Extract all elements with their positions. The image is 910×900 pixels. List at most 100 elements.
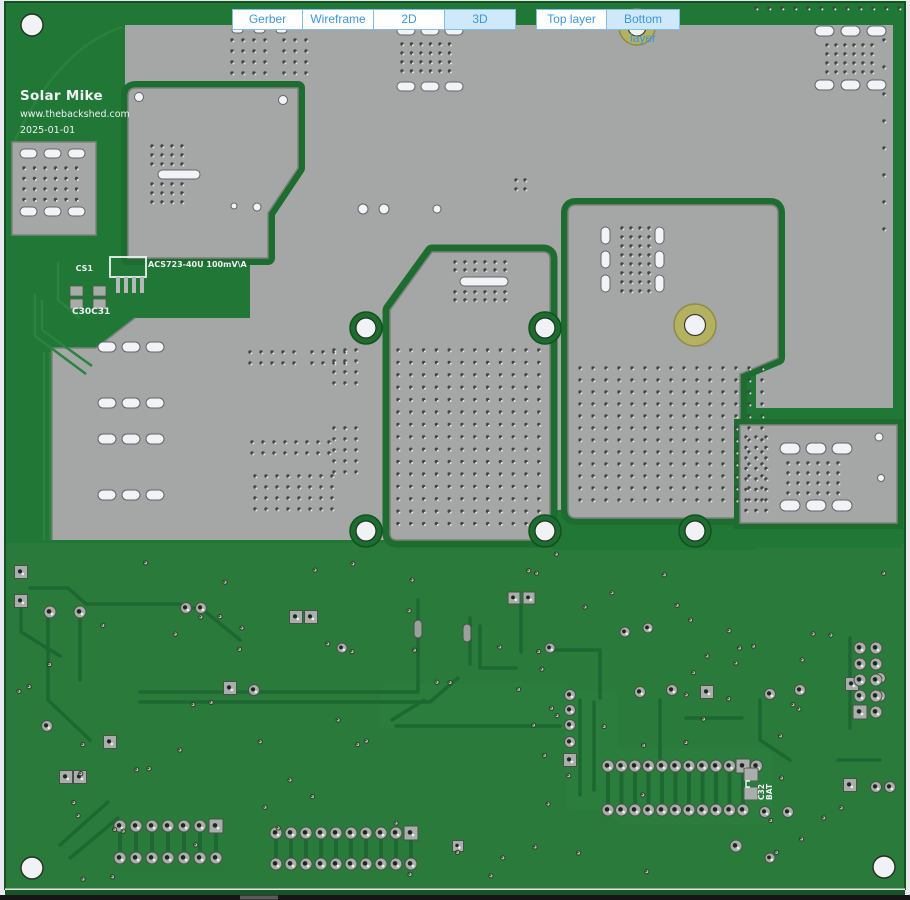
via-glint <box>649 291 651 293</box>
pcb-3d-view[interactable]: Solar Mike www.thebackshed.com 2025-01-0… <box>0 0 910 900</box>
via-glint <box>450 524 452 526</box>
via-hole <box>540 668 542 670</box>
via-hole <box>501 857 503 859</box>
pad-glint <box>202 609 205 612</box>
via-glint <box>756 448 758 450</box>
via-glint <box>710 440 712 442</box>
via-glint <box>684 380 686 382</box>
bottom-layer-button[interactable]: Bottom layer <box>606 9 680 30</box>
via-glint <box>736 416 738 418</box>
via-glint <box>162 202 164 204</box>
mount-hole <box>356 318 376 338</box>
via-glint <box>821 8 823 10</box>
via-glint <box>671 416 673 418</box>
via-glint <box>798 483 800 485</box>
via-glint <box>488 388 490 390</box>
board-bottom-edge <box>0 888 910 900</box>
via-glint <box>827 45 829 47</box>
pad-glint <box>717 811 720 814</box>
via-glint <box>243 40 245 42</box>
via-glint <box>310 476 312 478</box>
via-glint <box>424 375 426 377</box>
3d-button[interactable]: 3D <box>444 9 516 30</box>
drill-hole <box>669 687 673 691</box>
h-scrollbar-thumb[interactable] <box>240 896 278 900</box>
drill-hole <box>645 807 650 812</box>
pad-glint <box>187 609 190 612</box>
pad-glint <box>217 827 220 830</box>
drill-hole <box>567 739 571 743</box>
via-glint <box>671 428 673 430</box>
via-glint <box>746 448 748 450</box>
via-glint <box>66 168 68 170</box>
via-hole <box>689 619 691 621</box>
via-glint <box>884 40 886 42</box>
c30-c31-label: C30C31 <box>72 307 110 317</box>
via-glint <box>606 488 608 490</box>
via-glint <box>345 352 347 354</box>
via-glint <box>514 512 516 514</box>
drill-hole <box>333 861 338 866</box>
via-hole <box>352 563 354 565</box>
via-glint <box>606 476 608 478</box>
via-glint <box>736 488 738 490</box>
drill-hole <box>547 646 551 650</box>
drill-hole <box>303 861 308 866</box>
via-glint <box>580 500 582 502</box>
pad-glint <box>550 648 553 651</box>
via-glint <box>450 363 452 365</box>
via-glint <box>462 425 464 427</box>
drill-hole <box>686 763 691 768</box>
via-glint <box>632 500 634 502</box>
pad-glint <box>292 834 295 837</box>
via-glint <box>437 425 439 427</box>
via-glint <box>580 416 582 418</box>
drill-hole <box>699 807 704 812</box>
via-glint <box>475 363 477 365</box>
pad-glint <box>22 573 25 576</box>
via-glint <box>398 350 400 352</box>
via-glint <box>356 383 358 385</box>
pad-glint <box>673 691 676 694</box>
via-glint <box>619 368 621 370</box>
via-glint <box>526 499 528 501</box>
via-glint <box>899 8 901 10</box>
drill-hole <box>797 687 801 691</box>
via-glint <box>411 375 413 377</box>
drill-hole <box>213 823 218 828</box>
via-glint <box>808 463 810 465</box>
drill-hole <box>117 855 122 860</box>
via-glint <box>437 512 439 514</box>
via-glint <box>845 72 847 74</box>
pad-glint <box>137 859 140 862</box>
wireframe-button[interactable]: Wireframe <box>302 9 374 30</box>
via-glint <box>749 428 751 430</box>
via-glint <box>455 270 457 272</box>
via-glint <box>277 509 279 511</box>
top-layer-button[interactable]: Top layer <box>536 9 607 30</box>
via-glint <box>649 228 651 230</box>
via-glint <box>462 462 464 464</box>
drill-hole <box>47 609 52 614</box>
via-glint <box>285 453 287 455</box>
via-hole <box>289 779 291 781</box>
via-glint <box>684 452 686 454</box>
gerber-button[interactable]: Gerber <box>232 9 303 30</box>
via-glint <box>645 368 647 370</box>
pad-glint <box>676 767 679 770</box>
drill-hole <box>857 677 862 682</box>
via-glint <box>788 463 790 465</box>
pad-glint <box>571 711 574 714</box>
via-glint <box>684 464 686 466</box>
via-hole <box>238 648 240 650</box>
pad-glint <box>877 788 880 791</box>
smd-pad <box>463 624 471 642</box>
via-glint <box>310 498 312 500</box>
via-glint <box>272 363 274 365</box>
via-glint <box>619 440 621 442</box>
drill-hole <box>18 598 22 602</box>
via-glint <box>658 368 660 370</box>
2d-button[interactable]: 2D <box>373 9 445 30</box>
via-glint <box>182 164 184 166</box>
via-glint <box>658 428 660 430</box>
